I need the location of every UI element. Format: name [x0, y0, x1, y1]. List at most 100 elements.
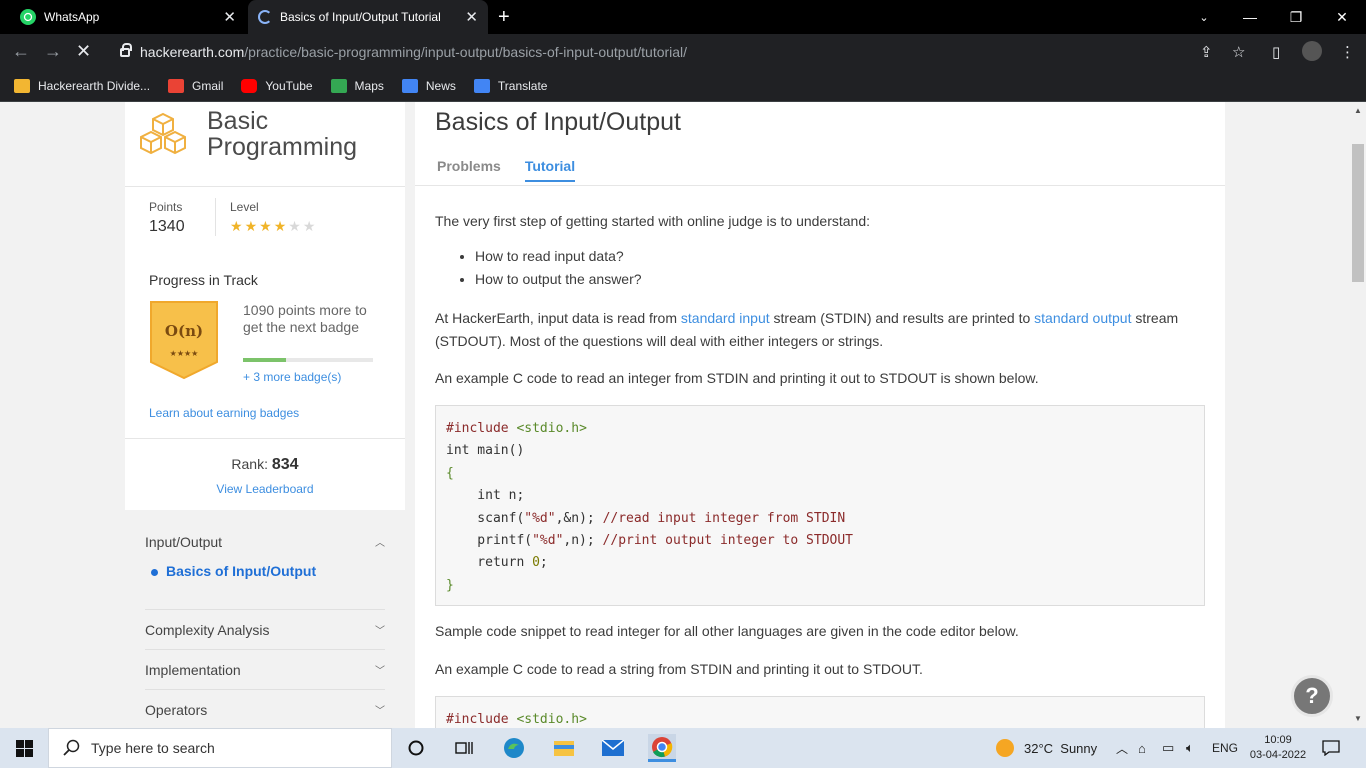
standard-input-link[interactable]: standard input	[681, 310, 770, 326]
battery-icon[interactable]: ▭	[1162, 728, 1174, 768]
tab-tutorial[interactable]: Tutorial	[524, 158, 576, 182]
clock-date: 03-04-2022	[1249, 749, 1307, 761]
minimize-icon[interactable]: —	[1230, 0, 1270, 34]
new-tab-button[interactable]: +	[498, 6, 510, 29]
file-explorer-icon[interactable]	[550, 734, 578, 762]
whatsapp-icon	[20, 9, 36, 25]
code-token: ,&n);	[555, 510, 603, 526]
url-path: /practice/basic-programming/input-output…	[244, 44, 688, 60]
close-window-icon[interactable]: ✕	[1322, 0, 1362, 34]
bookmark-maps[interactable]: Maps	[330, 78, 384, 93]
close-tab-icon[interactable]: ✕	[223, 8, 236, 26]
translate-icon	[473, 78, 490, 93]
bookmark-star-icon[interactable]: ☆	[1232, 43, 1245, 61]
code-token: "%d"	[532, 532, 564, 548]
topic-label: Input/Output	[145, 534, 223, 550]
rank: Rank: 834	[125, 456, 405, 474]
windows-taskbar: Type here to search 32°C Sunny ︿ ⌂ ▭ 🔈︎ …	[0, 728, 1366, 768]
bookmark-label: News	[425, 78, 456, 93]
tab-title: Basics of Input/Output Tutorials &	[280, 10, 440, 24]
star-empty-icon: ★	[288, 218, 303, 234]
subtopic-basics-io[interactable]: Basics of Input/Output	[151, 563, 316, 579]
tab-whatsapp[interactable]: WhatsApp ✕	[8, 0, 246, 34]
topic-list: Input/Output ︿ Basics of Input/Output Co…	[125, 522, 405, 728]
star-filled-icon: ★	[259, 218, 274, 234]
tab-hackerearth[interactable]: Basics of Input/Output Tutorials & ✕	[248, 0, 488, 34]
scroll-down-icon[interactable]: ▼	[1354, 714, 1362, 723]
edge-icon[interactable]	[500, 734, 528, 762]
task-view-icon[interactable]	[450, 734, 478, 762]
level-stars: ★★★★★★	[230, 218, 317, 235]
search-icon	[63, 739, 80, 756]
learn-badges-link[interactable]: Learn about earning badges	[149, 406, 299, 420]
back-icon[interactable]: ←	[12, 41, 30, 62]
close-tab-icon[interactable]: ✕	[465, 8, 478, 26]
cortana-icon[interactable]	[402, 734, 430, 762]
side-panel-icon[interactable]: ▯	[1272, 43, 1280, 61]
topic-complexity-analysis[interactable]: Complexity Analysis ﹀	[145, 610, 385, 650]
bookmark-youtube[interactable]: YouTube	[241, 78, 313, 93]
bookmark-gmail[interactable]: Gmail	[168, 78, 224, 93]
topic-operators[interactable]: Operators ﹀	[145, 690, 385, 728]
standard-output-link[interactable]: standard output	[1034, 310, 1131, 326]
topic-label: Implementation	[145, 662, 241, 678]
gmail-icon	[168, 78, 185, 93]
network-icon[interactable]: ⌂	[1138, 728, 1146, 768]
code-line: int n;	[446, 488, 525, 504]
view-leaderboard-link[interactable]: View Leaderboard	[125, 482, 405, 496]
bookmark-translate[interactable]: Translate	[473, 78, 547, 93]
more-badges-link[interactable]: + 3 more badge(s)	[243, 370, 341, 384]
stop-loading-icon[interactable]: ✕	[76, 41, 91, 62]
address-bar[interactable]: hackerearth.com/practice/basic-programmi…	[106, 37, 1256, 67]
scroll-up-icon[interactable]: ▲	[1354, 106, 1362, 115]
help-button[interactable]: ?	[1291, 675, 1333, 717]
chrome-taskbar-icon[interactable]	[648, 734, 676, 762]
list-item: How to output the answer?	[475, 270, 642, 289]
code-token: ;	[539, 555, 548, 571]
code-token: "%d"	[524, 510, 556, 526]
tab-search-icon[interactable]: ⌄	[1184, 0, 1224, 34]
code-token: ,n);	[563, 532, 603, 548]
chevron-down-icon[interactable]: ﹀	[375, 622, 385, 637]
code-token: printf(	[446, 532, 533, 548]
page-scrollbar[interactable]: ▲ ▼	[1350, 102, 1366, 728]
profile-avatar[interactable]	[1302, 41, 1322, 61]
divider	[215, 198, 216, 236]
volume-icon[interactable]: 🔈︎	[1186, 728, 1194, 768]
show-hidden-icons[interactable]: ︿	[1116, 728, 1128, 768]
bookmark-label: Gmail	[192, 78, 224, 93]
track-title: Basic Programming	[207, 108, 357, 160]
chevron-up-icon[interactable]: ︿	[375, 534, 385, 549]
notifications-icon[interactable]	[1322, 728, 1340, 768]
level-label: Level	[230, 200, 259, 214]
chevron-down-icon[interactable]: ﹀	[375, 662, 385, 677]
tab-problems[interactable]: Problems	[437, 158, 501, 182]
share-icon[interactable]: ⇪	[1200, 43, 1213, 61]
content-tabs: Problems Tutorial	[437, 158, 599, 182]
points-more-text: 1090 points more to get the next badge	[243, 302, 367, 335]
topic-input-output[interactable]: Input/Output ︿ Basics of Input/Output	[145, 522, 385, 610]
divider	[125, 438, 405, 439]
mail-icon[interactable]	[599, 734, 627, 762]
scroll-thumb[interactable]	[1352, 144, 1364, 282]
code-comment: //read input integer from STDIN	[602, 510, 846, 526]
code-line: printf("%d",n); //print output integer t…	[446, 530, 1194, 552]
list-item: How to read input data?	[475, 247, 642, 266]
topic-implementation[interactable]: Implementation ﹀	[145, 650, 385, 690]
bookmark-hackerearth[interactable]: Hackerearth Divide...	[14, 78, 150, 93]
url-domain: hackerearth.com	[140, 44, 245, 60]
clock[interactable]: 10:09 03-04-2022	[1248, 728, 1308, 768]
weather-widget[interactable]: 32°C Sunny	[996, 728, 1097, 768]
menu-icon[interactable]: ⋮	[1340, 43, 1355, 61]
restore-icon[interactable]: ❐	[1276, 0, 1316, 34]
chevron-down-icon[interactable]: ﹀	[375, 702, 385, 717]
taskbar-search[interactable]: Type here to search	[48, 728, 392, 768]
bookmark-news[interactable]: News	[401, 78, 456, 93]
clock-time: 10:09	[1264, 734, 1292, 746]
language-indicator[interactable]: ENG	[1212, 728, 1238, 768]
paragraph: An example C code to read an integer fro…	[435, 370, 1039, 386]
cubes-icon	[140, 112, 186, 155]
windows-start-button[interactable]	[0, 728, 48, 768]
forward-icon[interactable]: →	[44, 41, 62, 62]
badge-progress-bar	[243, 358, 373, 362]
